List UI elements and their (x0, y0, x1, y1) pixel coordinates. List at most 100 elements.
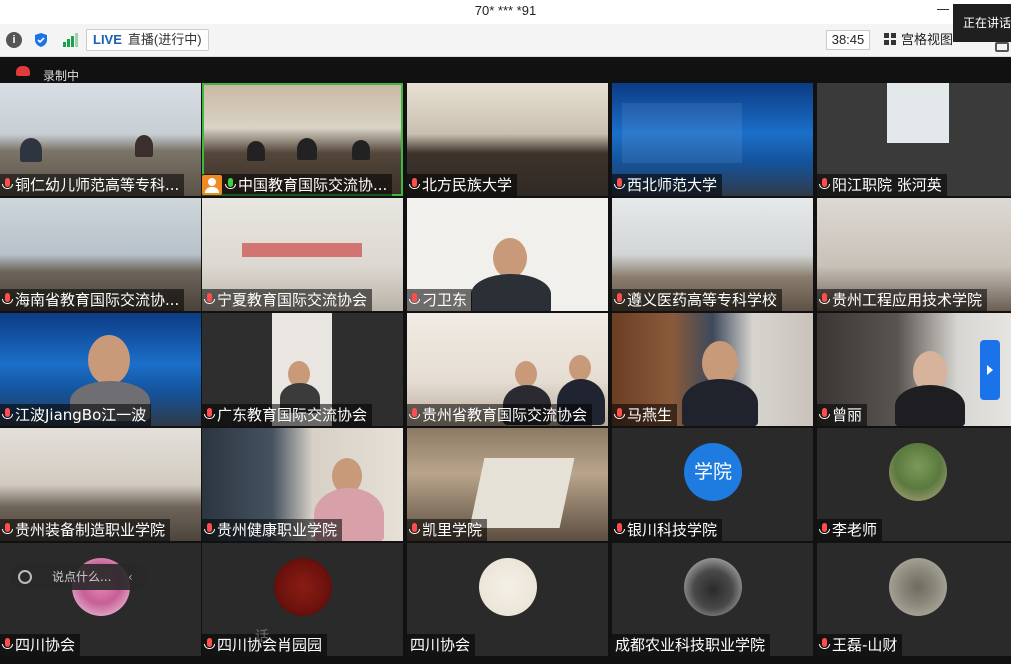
video-tile[interactable]: 宁夏教育国际交流协会 (202, 198, 403, 311)
video-tile[interactable]: 铜仁幼儿师范高等专科... (0, 83, 201, 196)
participant-avatar: 学院 (684, 443, 742, 501)
mic-muted-icon (2, 293, 13, 306)
video-tile[interactable]: 海南省教育国际交流协... (0, 198, 201, 311)
mic-muted-icon (2, 523, 13, 536)
participant-name: 银川科技学院 (612, 519, 723, 541)
mic-muted-icon (409, 523, 420, 536)
window-title: 70* *** *91 (474, 3, 537, 18)
participant-name: 贵州装备制造职业学院 (0, 519, 171, 541)
mic-muted-icon (819, 408, 830, 421)
participant-name: 广东教育国际交流协会 (202, 404, 373, 426)
chat-placeholder: 说点什么... (52, 570, 112, 584)
shield-icon[interactable] (33, 32, 49, 48)
video-tile[interactable]: 李老师 (817, 428, 1011, 541)
title-bar: 70* *** *91 (0, 0, 1011, 24)
participant-name: 李老师 (817, 519, 883, 541)
mic-muted-icon (2, 638, 13, 651)
mic-muted-icon (2, 178, 13, 191)
participant-name: 凯里学院 (407, 519, 488, 541)
video-tile[interactable]: 凯里学院 (407, 428, 608, 541)
user-icon (202, 175, 222, 195)
recording-icon (16, 66, 30, 76)
participant-avatar (479, 558, 537, 616)
video-tile[interactable]: 遵义医药高等专科学校 (612, 198, 813, 311)
watermark-text: 话 (255, 629, 269, 645)
speaking-indicator[interactable]: 正在讲话 (953, 4, 1011, 42)
gallery-view-button[interactable]: 宫格视图 (884, 30, 953, 50)
mic-muted-icon (614, 293, 625, 306)
minimize-icon[interactable] (937, 9, 949, 10)
participant-name: 遵义医药高等专科学校 (612, 289, 783, 311)
participant-name: 贵州省教育国际交流协会 (407, 404, 593, 426)
video-tile[interactable]: 贵州装备制造职业学院 (0, 428, 201, 541)
info-icon[interactable]: i (6, 32, 22, 48)
participant-name: 刁卫东 (407, 289, 473, 311)
video-tile[interactable]: 贵州省教育国际交流协会 (407, 313, 608, 426)
video-tile[interactable]: 四川协会肖园园 (202, 543, 403, 656)
emoji-icon[interactable] (18, 570, 32, 584)
mic-muted-icon (614, 408, 625, 421)
video-tile[interactable]: 阳江职院 张河英 (817, 83, 1011, 196)
video-tile[interactable]: 马燕生 (612, 313, 813, 426)
live-status-text: 直播(进行中) (127, 32, 202, 47)
participant-name: 中国教育国际交流协... (202, 174, 393, 196)
participant-avatar (684, 558, 742, 616)
participant-avatar (889, 443, 947, 501)
next-page-arrow-icon[interactable] (980, 340, 1000, 400)
live-status-button[interactable]: LIVE 直播(进行中) (86, 29, 209, 51)
participant-name: 西北师范大学 (612, 174, 723, 196)
video-tile[interactable]: 学院 银川科技学院 (612, 428, 813, 541)
mic-muted-icon (204, 523, 215, 536)
recording-strip: 录制中 (0, 57, 1011, 83)
participant-name: 马燕生 (612, 404, 678, 426)
mic-muted-icon (409, 408, 420, 421)
mic-muted-icon (614, 523, 625, 536)
mic-muted-icon (204, 408, 215, 421)
participant-name: 王磊-山财 (817, 634, 903, 656)
video-tile[interactable]: 广东教育国际交流协会 (202, 313, 403, 426)
video-tile[interactable]: 西北师范大学 (612, 83, 813, 196)
video-tile[interactable]: 王磊-山财 (817, 543, 1011, 656)
chevron-left-icon[interactable]: ‹ (128, 564, 133, 590)
network-signal-icon[interactable] (62, 32, 78, 48)
participant-name: 四川协会 (407, 634, 476, 656)
participant-avatar (274, 558, 332, 616)
mic-muted-icon (409, 293, 420, 306)
participant-name: 成都农业科技职业学院 (612, 634, 771, 656)
video-tile[interactable]: 刁卫东 (407, 198, 608, 311)
participant-name: 北方民族大学 (407, 174, 518, 196)
participant-name: 海南省教育国际交流协... (0, 289, 185, 311)
mic-muted-icon (819, 523, 830, 536)
video-tile[interactable]: 四川协会 (0, 543, 201, 656)
live-label: LIVE (93, 32, 122, 47)
mic-muted-icon (204, 638, 215, 651)
recording-label: 录制中 (43, 69, 80, 83)
mic-muted-icon (819, 293, 830, 306)
mic-muted-icon (409, 178, 420, 191)
chat-input[interactable]: 说点什么... ‹ (10, 564, 147, 590)
participant-name: 贵州健康职业学院 (202, 519, 343, 541)
meeting-toolbar: i LIVE 直播(进行中) 38:45 宫格视图 (0, 24, 1011, 57)
video-tile[interactable]: 贵州健康职业学院 (202, 428, 403, 541)
meeting-timer: 38:45 (826, 30, 870, 50)
mic-muted-icon (614, 178, 625, 191)
mic-muted-icon (204, 293, 215, 306)
video-tile[interactable]: 江波JiangBo江一波 (0, 313, 201, 426)
participant-name: 铜仁幼儿师范高等专科... (0, 174, 185, 196)
video-tile[interactable]: 成都农业科技职业学院 (612, 543, 813, 656)
participant-name: 宁夏教育国际交流协会 (202, 289, 373, 311)
participant-avatar (889, 558, 947, 616)
video-tile[interactable]: 贵州工程应用技术学院 (817, 198, 1011, 311)
fullscreen-icon[interactable] (995, 42, 1009, 52)
video-gallery: 铜仁幼儿师范高等专科... 中国教育国际交流协... 北方民族大学 西北师范大学… (0, 83, 1011, 659)
video-tile[interactable]: 四川协会 (407, 543, 608, 656)
participant-name: 贵州工程应用技术学院 (817, 289, 988, 311)
mic-muted-icon (819, 638, 830, 651)
participant-name: 江波JiangBo江一波 (0, 404, 152, 426)
video-tile[interactable]: 中国教育国际交流协... (202, 83, 403, 196)
participant-name: 曾丽 (817, 404, 868, 426)
mic-muted-icon (2, 408, 13, 421)
participant-name: 阳江职院 张河英 (817, 174, 947, 196)
video-tile[interactable]: 北方民族大学 (407, 83, 608, 196)
mic-muted-icon (819, 178, 830, 191)
